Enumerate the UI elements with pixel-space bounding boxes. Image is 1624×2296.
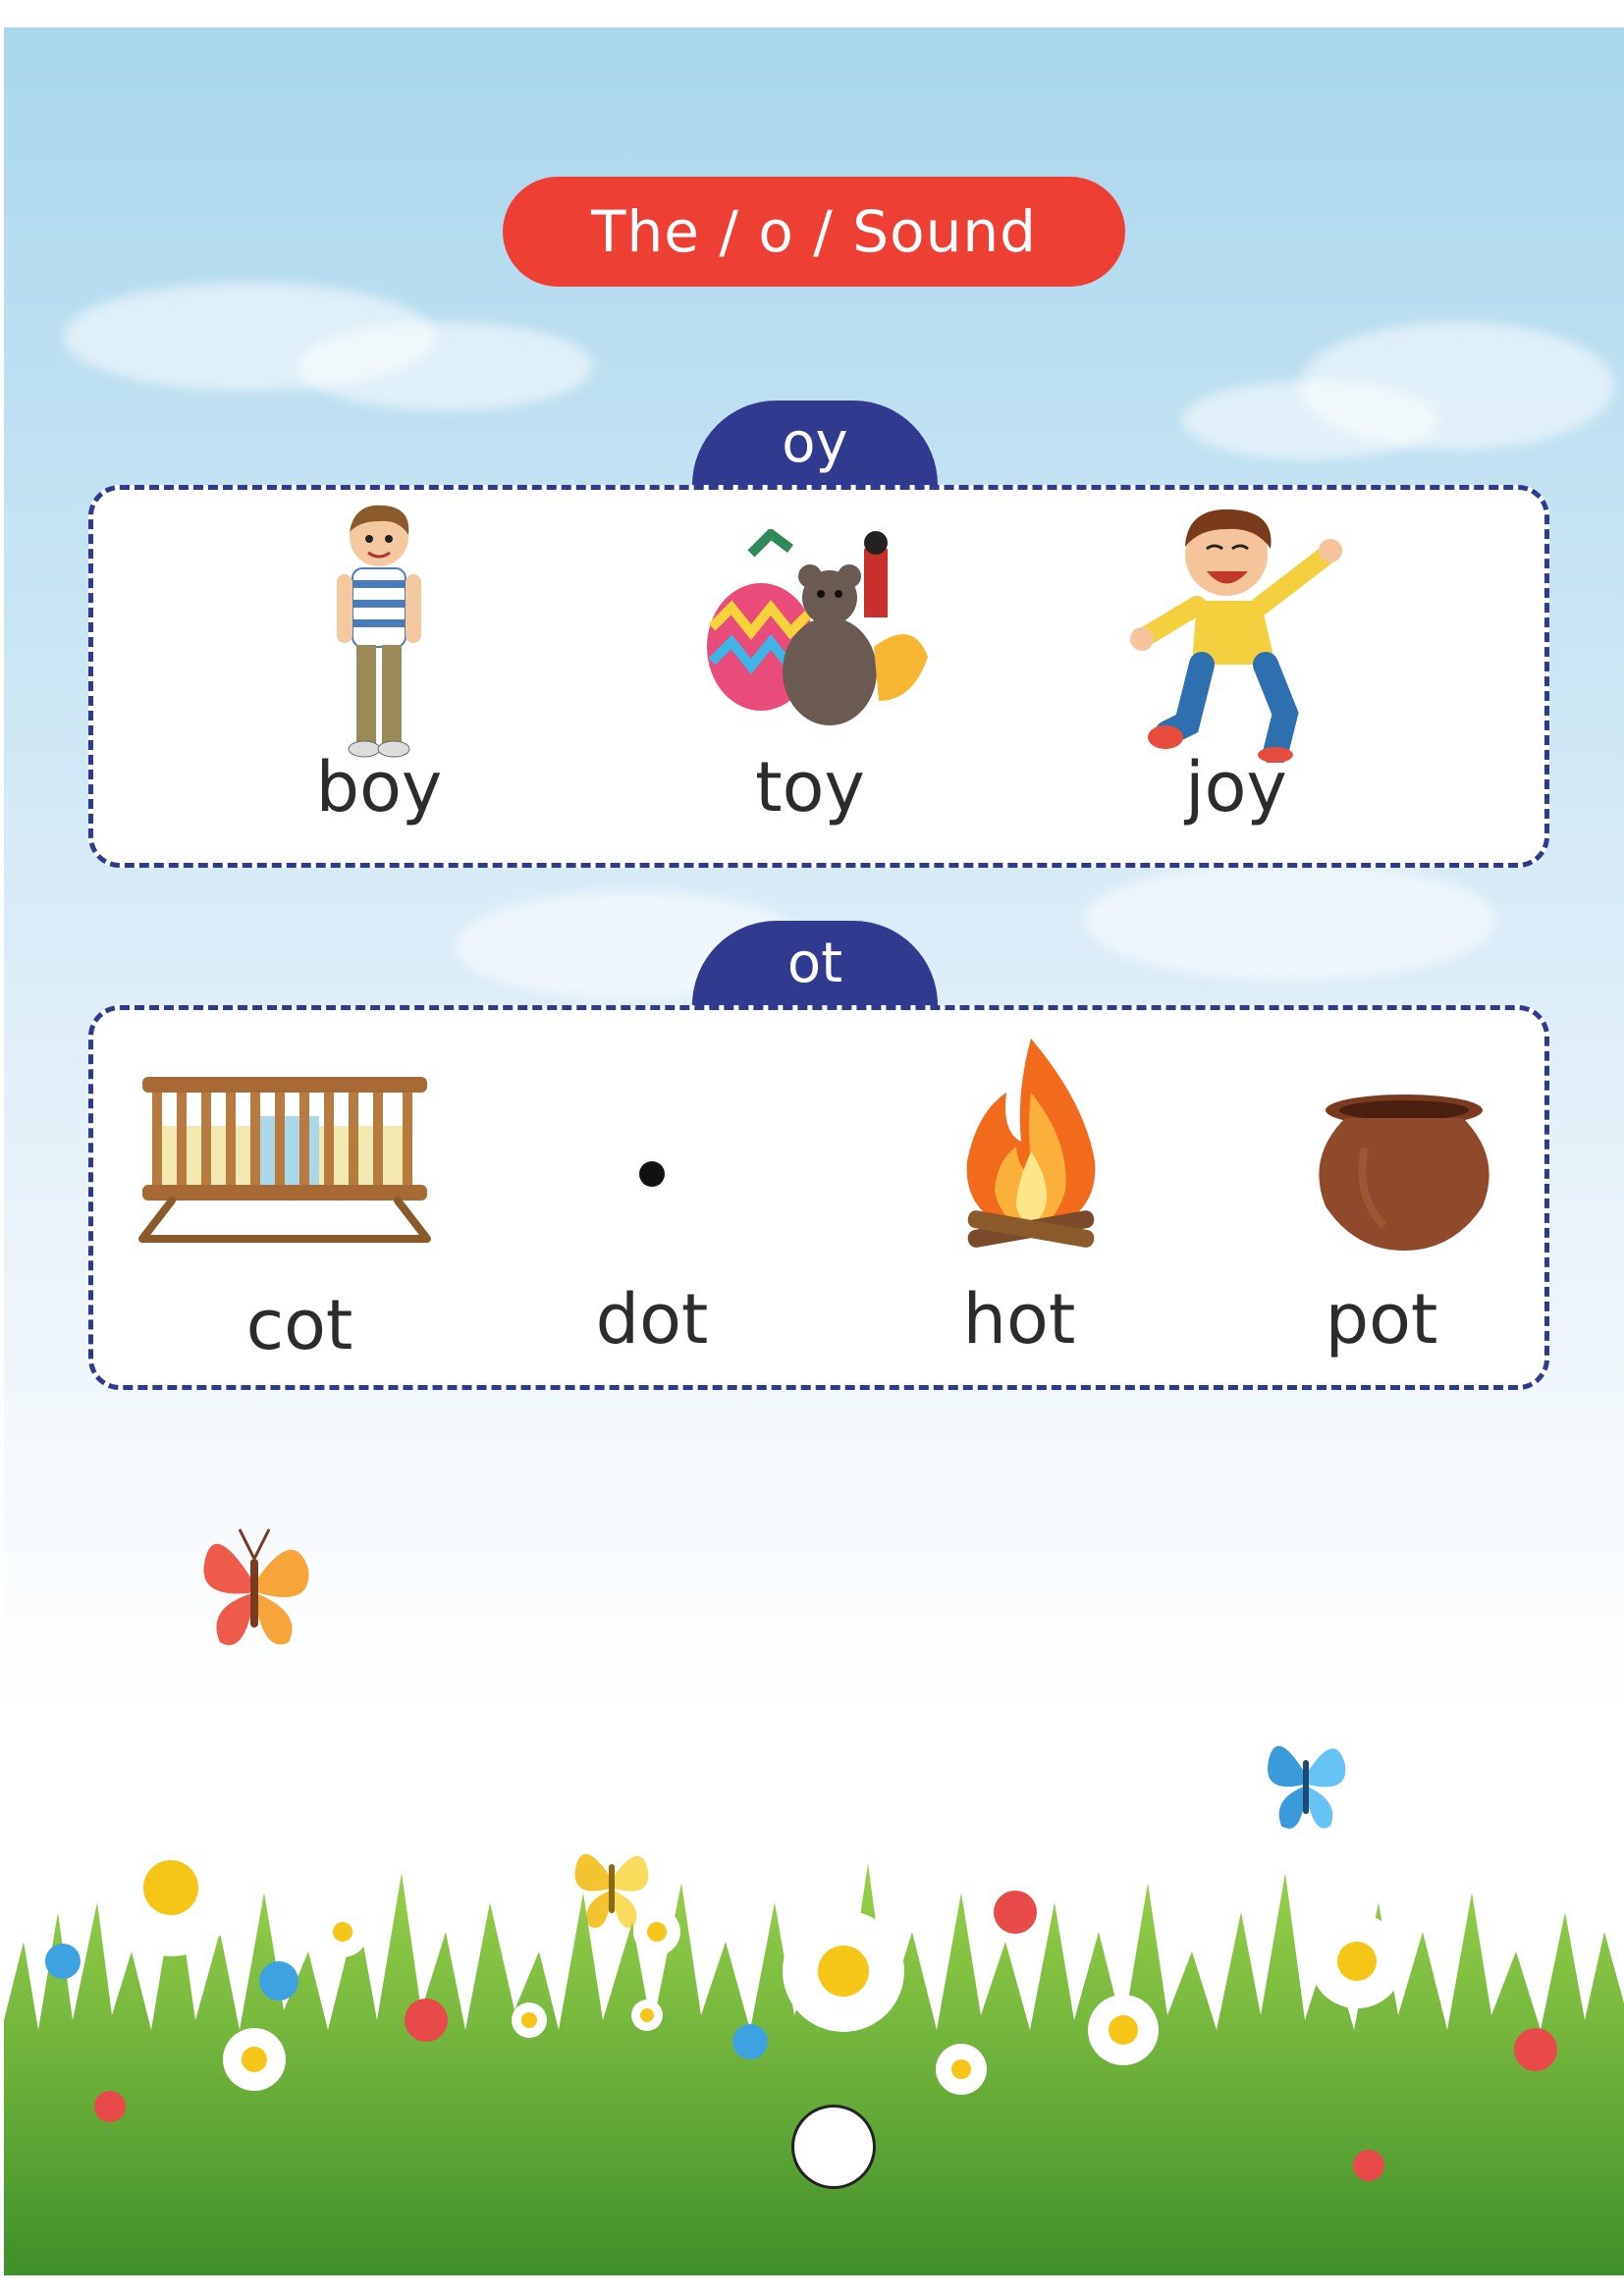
tab-ot-label: ot: [786, 932, 843, 995]
word-toy: toy: [755, 747, 865, 828]
worksheet-page: The / o / Sound oy boy toy joy ot cot do…: [4, 27, 1624, 2275]
fire-icon: [966, 1039, 1096, 1248]
cloud: [1182, 381, 1437, 459]
toys-icon: [707, 529, 928, 725]
grass-meadow-illustration: [4, 1819, 1624, 2275]
cloud: [298, 322, 593, 410]
joyful-boy-icon: [1130, 508, 1342, 763]
word-dot: dot: [595, 1279, 709, 1360]
word-joy: joy: [1185, 747, 1287, 828]
tab-oy-label: oy: [782, 411, 848, 475]
page-title: The / o / Sound: [591, 198, 1037, 265]
page-marker-circle: [791, 2105, 876, 2189]
pot-icon: [1319, 1095, 1489, 1251]
word-cot: cot: [245, 1285, 353, 1365]
oy-word-box: boy toy joy: [88, 485, 1549, 868]
tab-oy: oy: [692, 400, 938, 485]
butterfly-icon: [203, 1528, 309, 1645]
dot-icon: [639, 1161, 665, 1187]
cot-icon: [138, 1077, 431, 1243]
word-pot: pot: [1325, 1279, 1438, 1360]
word-boy: boy: [315, 747, 443, 828]
boy-icon: [337, 505, 421, 758]
page-title-pill: The / o / Sound: [503, 177, 1125, 287]
ot-word-box: cot dot hot pot: [88, 1005, 1549, 1390]
cloud: [1084, 862, 1496, 980]
word-hot: hot: [962, 1279, 1076, 1360]
